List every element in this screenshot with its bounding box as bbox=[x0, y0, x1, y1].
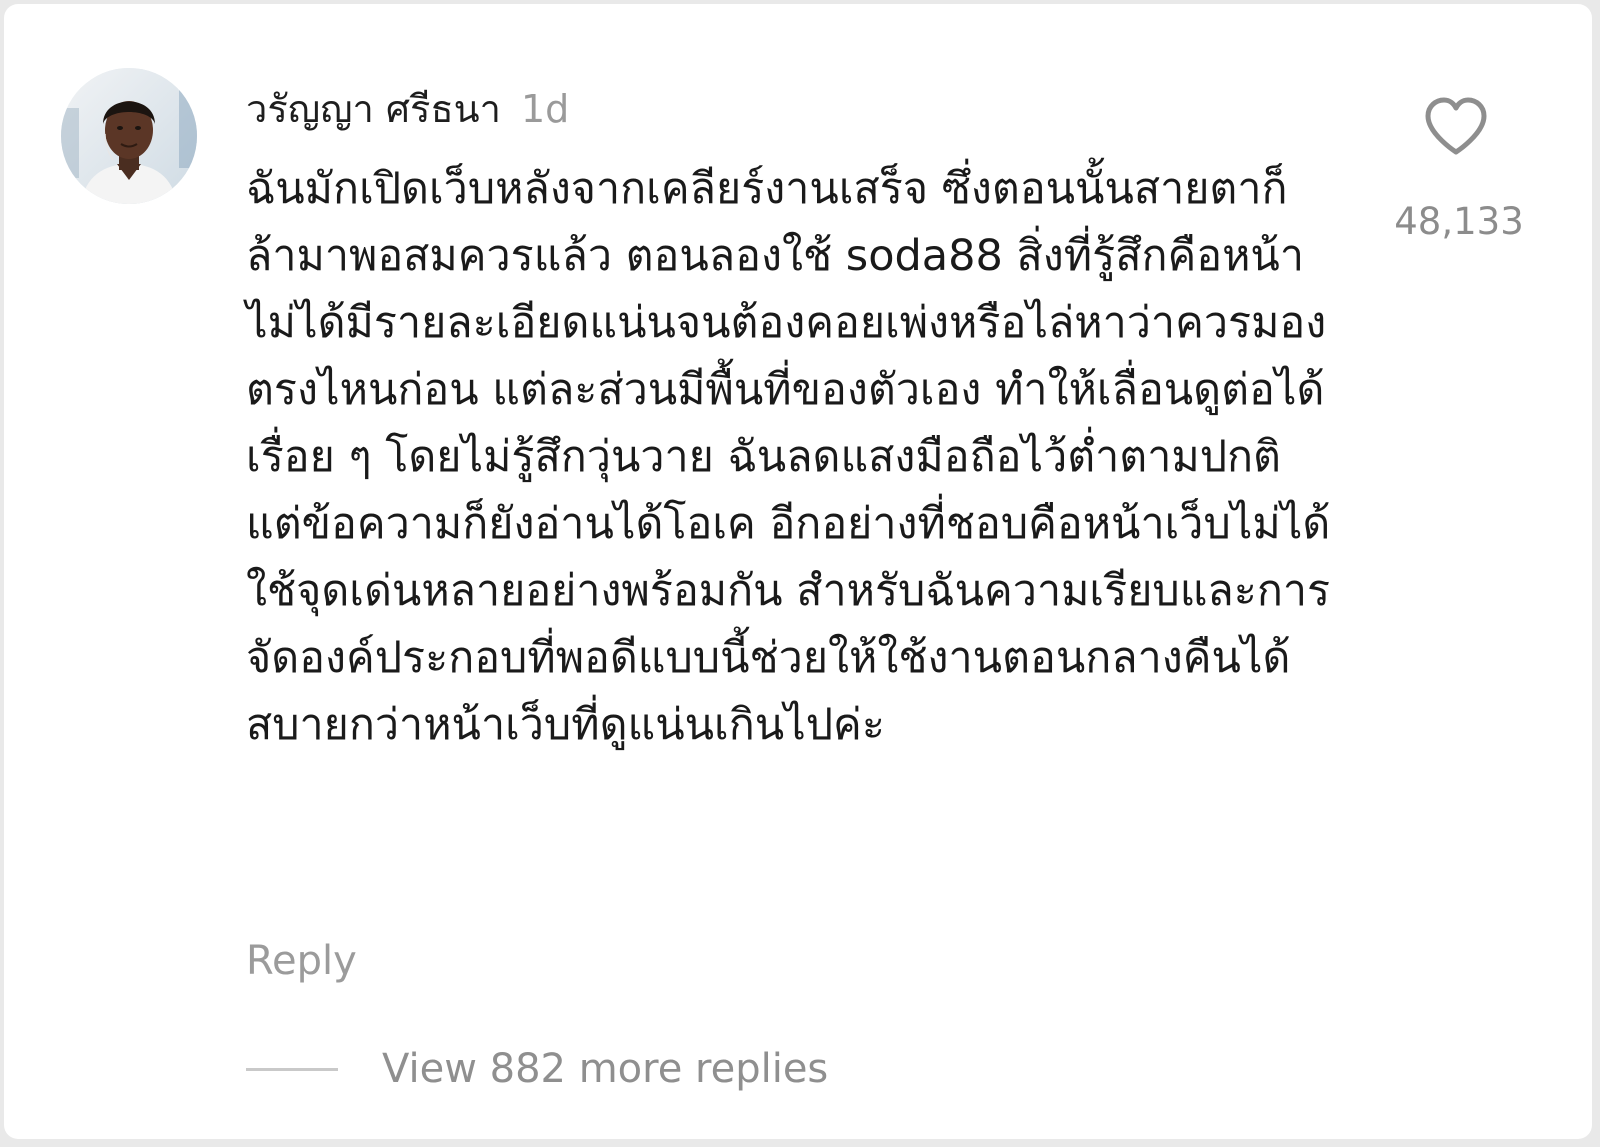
timestamp: 1d bbox=[520, 87, 570, 131]
view-more-replies[interactable]: View 882 more replies bbox=[246, 1046, 828, 1092]
comment-card: วรัญญา ศรีธนา 1d ฉันมักเปิดเว็บหลังจากเค… bbox=[4, 4, 1592, 1139]
heart-icon bbox=[1425, 97, 1487, 155]
replies-divider bbox=[246, 1067, 338, 1071]
avatar-image bbox=[61, 68, 197, 204]
like-button[interactable] bbox=[1422, 96, 1490, 160]
comment-text: ฉันมักเปิดเว็บหลังจากเคลียร์งานเสร็จ ซึ่… bbox=[246, 164, 1331, 750]
username[interactable]: วรัญญา ศรีธนา bbox=[246, 78, 501, 139]
view-replies-label: View 882 more replies bbox=[382, 1046, 829, 1092]
reply-button[interactable]: Reply bbox=[246, 938, 357, 984]
avatar[interactable] bbox=[61, 68, 197, 204]
like-count: 48,133 bbox=[1394, 200, 1524, 243]
comment-header: วรัญญา ศรีธนา 1d bbox=[246, 78, 569, 138]
